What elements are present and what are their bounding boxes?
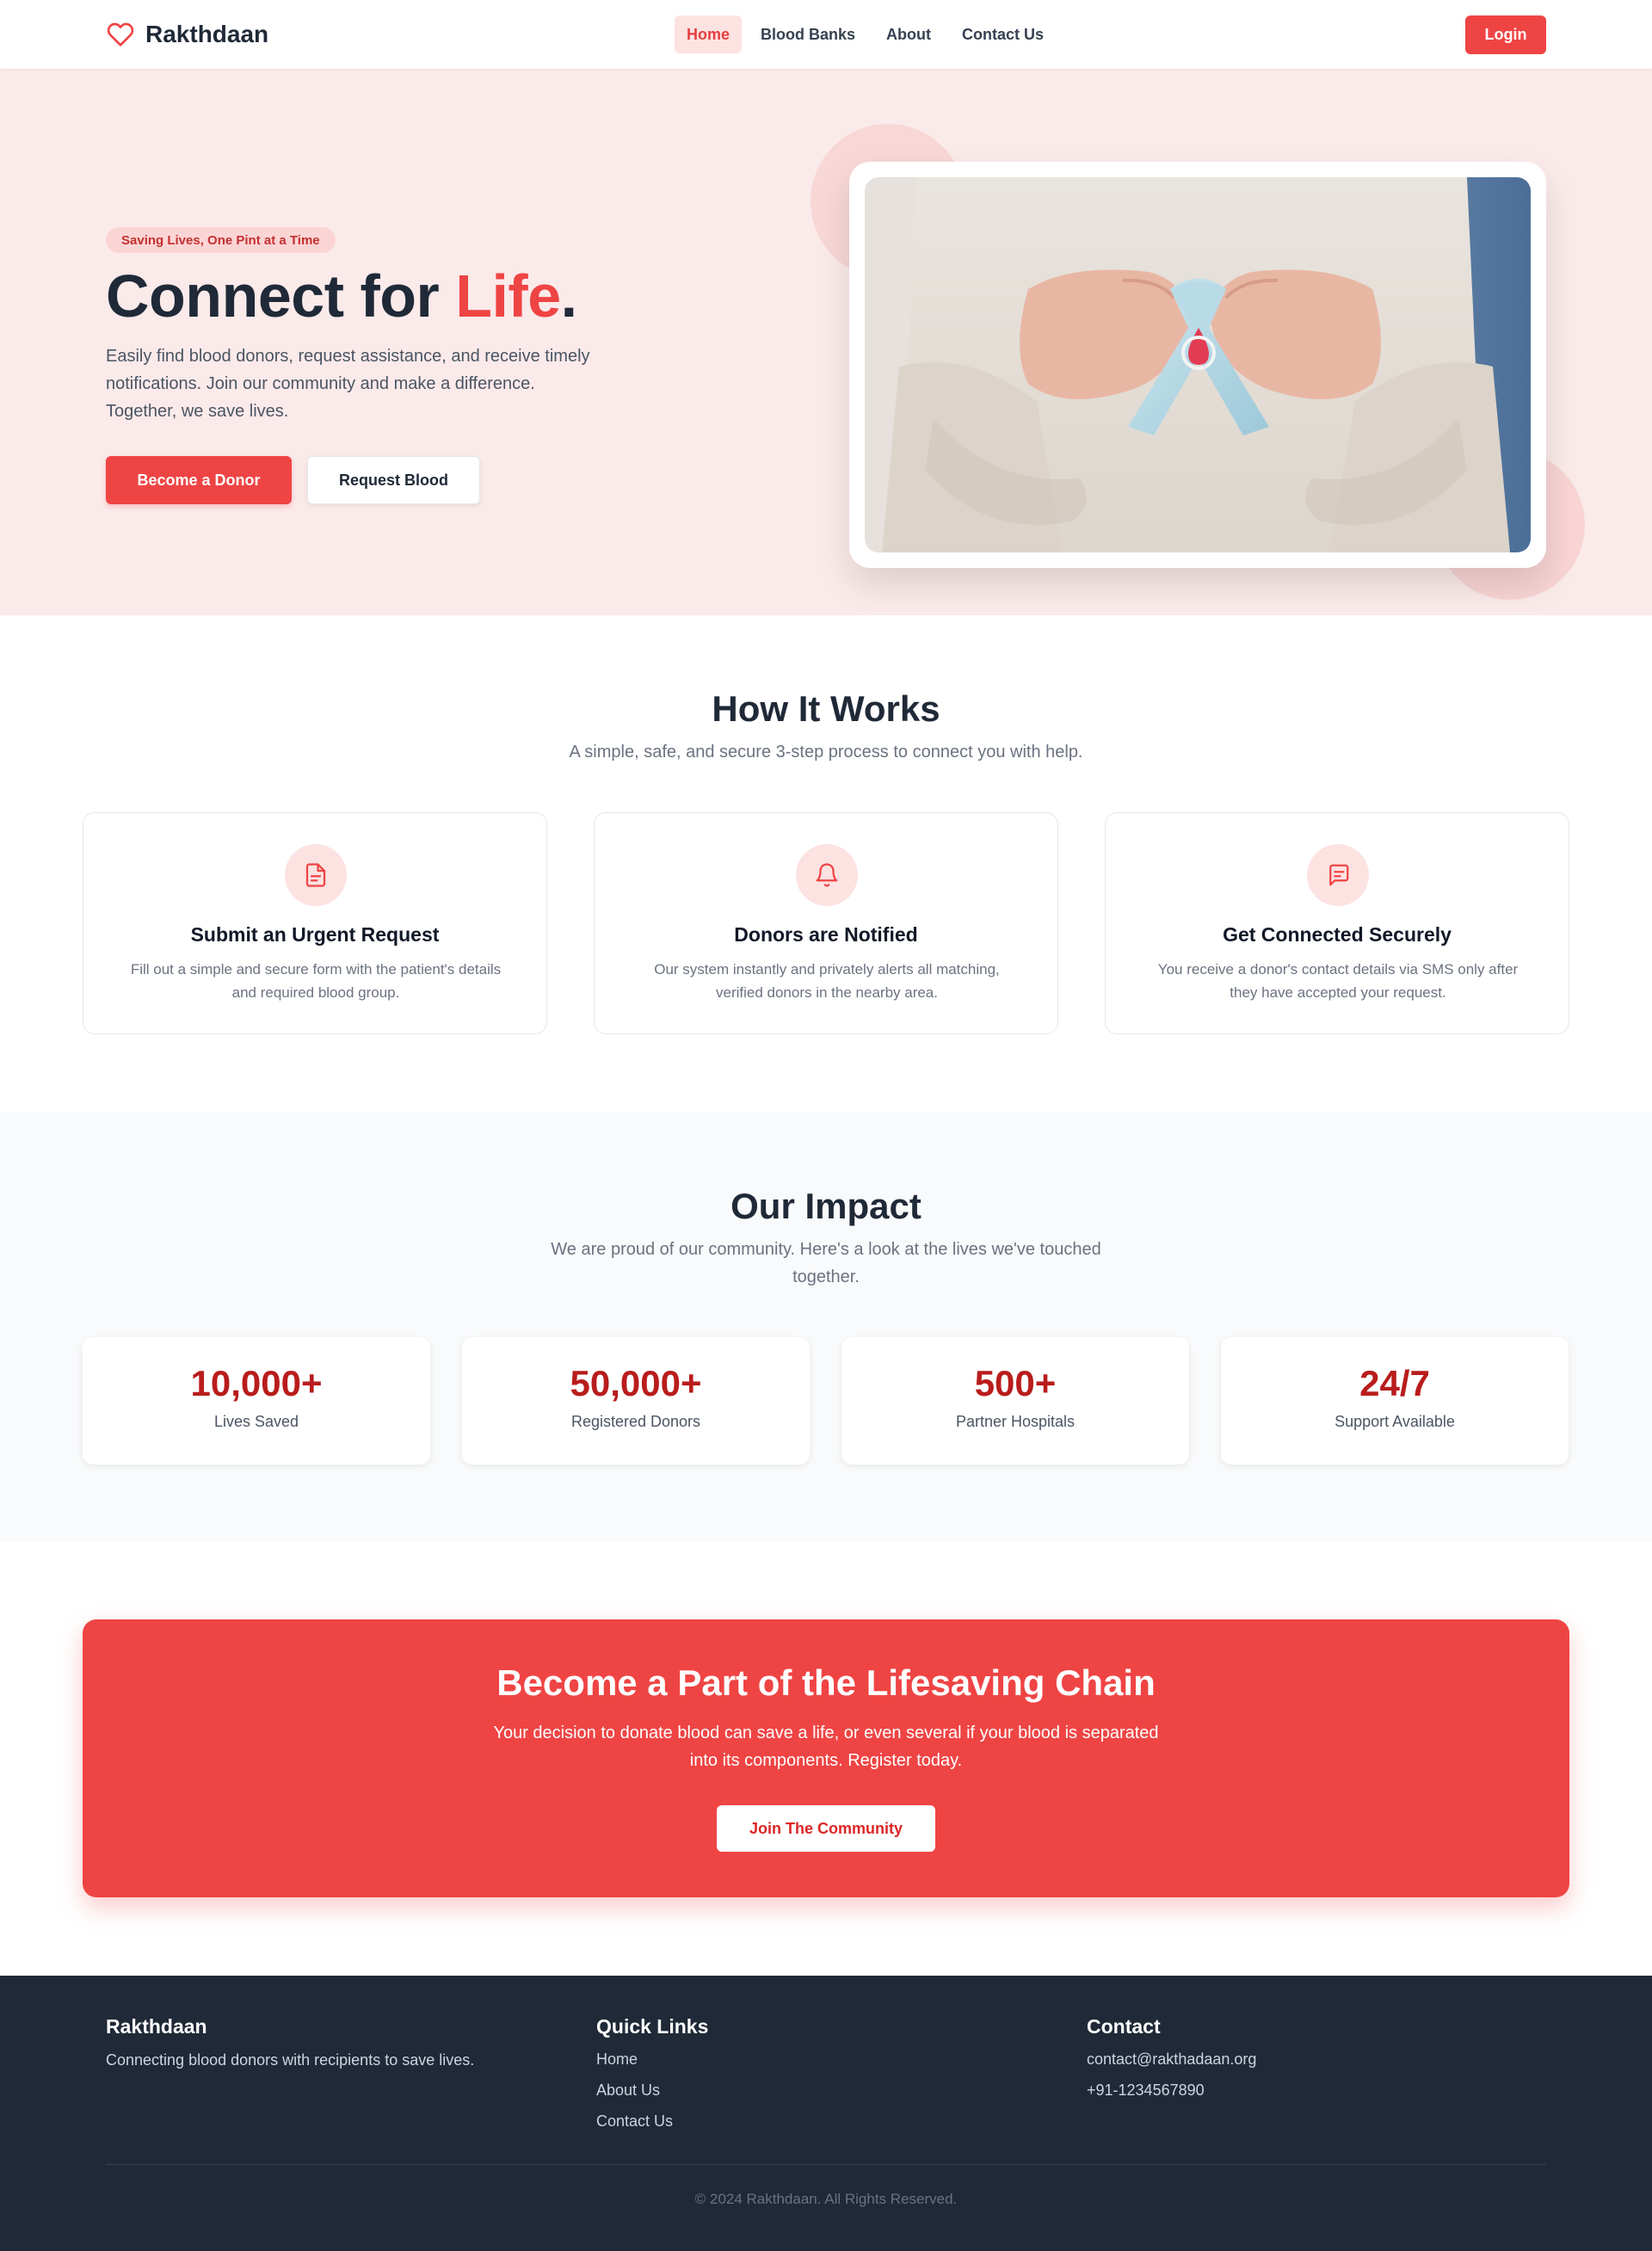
footer-email[interactable]: contact@rakthadaan.org bbox=[1087, 2044, 1256, 2075]
hero-title: Connect for Life. bbox=[106, 262, 577, 330]
step-card-donors-notified: Donors are Notified Our system instantly… bbox=[594, 812, 1058, 1034]
impact-subtitle: We are proud of our community. Here's a … bbox=[551, 1240, 1101, 1286]
footer-link-contact[interactable]: Contact Us bbox=[596, 2106, 708, 2137]
stat-value: 24/7 bbox=[1359, 1363, 1430, 1403]
step-card-get-connected: Get Connected Securely You receive a don… bbox=[1105, 812, 1569, 1034]
navbar: Rakthdaan Home Blood Banks About Contact… bbox=[0, 0, 1652, 69]
document-icon bbox=[285, 844, 347, 906]
step-card-submit-request: Submit an Urgent Request Fill out a simp… bbox=[83, 812, 547, 1034]
cta-title: Become a Part of the Lifesaving Chain bbox=[496, 1662, 1156, 1703]
cta-description: Your decision to donate blood can save a… bbox=[493, 1724, 1159, 1770]
step-description: Our system instantly and privately alert… bbox=[654, 961, 1000, 1001]
awareness-ribbon-photo bbox=[865, 177, 1531, 552]
footer-divider bbox=[106, 2164, 1546, 2165]
footer-quick-links: Quick Links Home About Us Contact Us bbox=[596, 2015, 708, 2137]
chat-icon bbox=[1307, 844, 1369, 906]
stat-label: Lives Saved bbox=[213, 1413, 299, 1430]
request-blood-button[interactable]: Request Blood bbox=[307, 456, 480, 504]
nav-link-blood-banks[interactable]: Blood Banks bbox=[749, 15, 867, 53]
stat-card-lives-saved: 10,000+ Lives Saved bbox=[83, 1337, 430, 1465]
nav-link-about[interactable]: About bbox=[874, 15, 943, 53]
how-it-works-subtitle: A simple, safe, and secure 3-step proces… bbox=[569, 743, 1083, 762]
footer-phone[interactable]: +91-1234567890 bbox=[1087, 2075, 1256, 2106]
stat-card-registered-donors: 50,000+ Registered Donors bbox=[462, 1337, 810, 1465]
heart-icon bbox=[107, 22, 134, 46]
join-community-button[interactable]: Join The Community bbox=[717, 1805, 935, 1852]
step-description: Fill out a simple and secure form with t… bbox=[130, 961, 502, 1001]
stat-label: Partner Hospitals bbox=[955, 1413, 1076, 1430]
stat-value: 50,000+ bbox=[570, 1363, 702, 1403]
footer: Rakthdaan Connecting blood donors with r… bbox=[0, 1976, 1652, 2251]
bell-icon bbox=[796, 844, 858, 906]
footer-about: Rakthdaan Connecting blood donors with r… bbox=[106, 2015, 474, 2071]
stat-label: Registered Donors bbox=[570, 1413, 701, 1430]
stat-value: 10,000+ bbox=[190, 1363, 323, 1403]
stat-card-support: 24/7 Support Available bbox=[1221, 1337, 1569, 1465]
step-title: Donors are Notified bbox=[734, 923, 918, 946]
step-description: You receive a donor's contact details vi… bbox=[1157, 961, 1519, 1001]
footer-tagline: Connecting blood donors with recipients … bbox=[106, 2051, 475, 2069]
stat-value: 500+ bbox=[974, 1363, 1057, 1403]
nav-links: Home Blood Banks About Contact Us bbox=[675, 15, 1056, 53]
footer-link-home[interactable]: Home bbox=[596, 2044, 708, 2075]
hero-tagline-badge: Saving Lives, One Pint at a Time bbox=[106, 227, 336, 253]
cta-banner: Become a Part of the Lifesaving Chain Yo… bbox=[83, 1619, 1569, 1897]
hero-section: Saving Lives, One Pint at a Time Connect… bbox=[0, 69, 1652, 615]
nav-link-home[interactable]: Home bbox=[675, 15, 743, 53]
login-button[interactable]: Login bbox=[1465, 15, 1546, 54]
brand-name: Rakthdaan bbox=[145, 21, 269, 47]
stat-card-partner-hospitals: 500+ Partner Hospitals bbox=[841, 1337, 1189, 1465]
stat-label: Support Available bbox=[1335, 1413, 1455, 1430]
footer-quick-links-title: Quick Links bbox=[596, 2015, 709, 2038]
impact-title: Our Impact bbox=[730, 1186, 922, 1226]
hero-title-text: Connect for bbox=[106, 262, 456, 330]
footer-brand: Rakthdaan bbox=[106, 2015, 207, 2038]
brand-logo[interactable]: Rakthdaan bbox=[106, 17, 268, 52]
footer-link-about[interactable]: About Us bbox=[596, 2075, 708, 2106]
how-it-works-title: How It Works bbox=[712, 688, 940, 729]
hero-title-accent: Life bbox=[455, 262, 561, 330]
footer-contact: Contact contact@rakthadaan.org +91-12345… bbox=[1087, 2015, 1256, 2106]
step-title: Submit an Urgent Request bbox=[190, 923, 440, 946]
hero-image-frame bbox=[849, 162, 1546, 568]
nav-link-contact[interactable]: Contact Us bbox=[950, 15, 1056, 53]
impact-section: Our Impact We are proud of our community… bbox=[0, 1112, 1652, 1542]
footer-copyright: © 2024 Rakthdaan. All Rights Reserved. bbox=[694, 2191, 958, 2207]
hero-description: Easily find blood donors, request assist… bbox=[106, 347, 590, 421]
hero-title-period: . bbox=[560, 262, 577, 330]
become-donor-button[interactable]: Become a Donor bbox=[106, 456, 292, 504]
step-title: Get Connected Securely bbox=[1223, 923, 1452, 946]
footer-contact-title: Contact bbox=[1087, 2015, 1161, 2038]
